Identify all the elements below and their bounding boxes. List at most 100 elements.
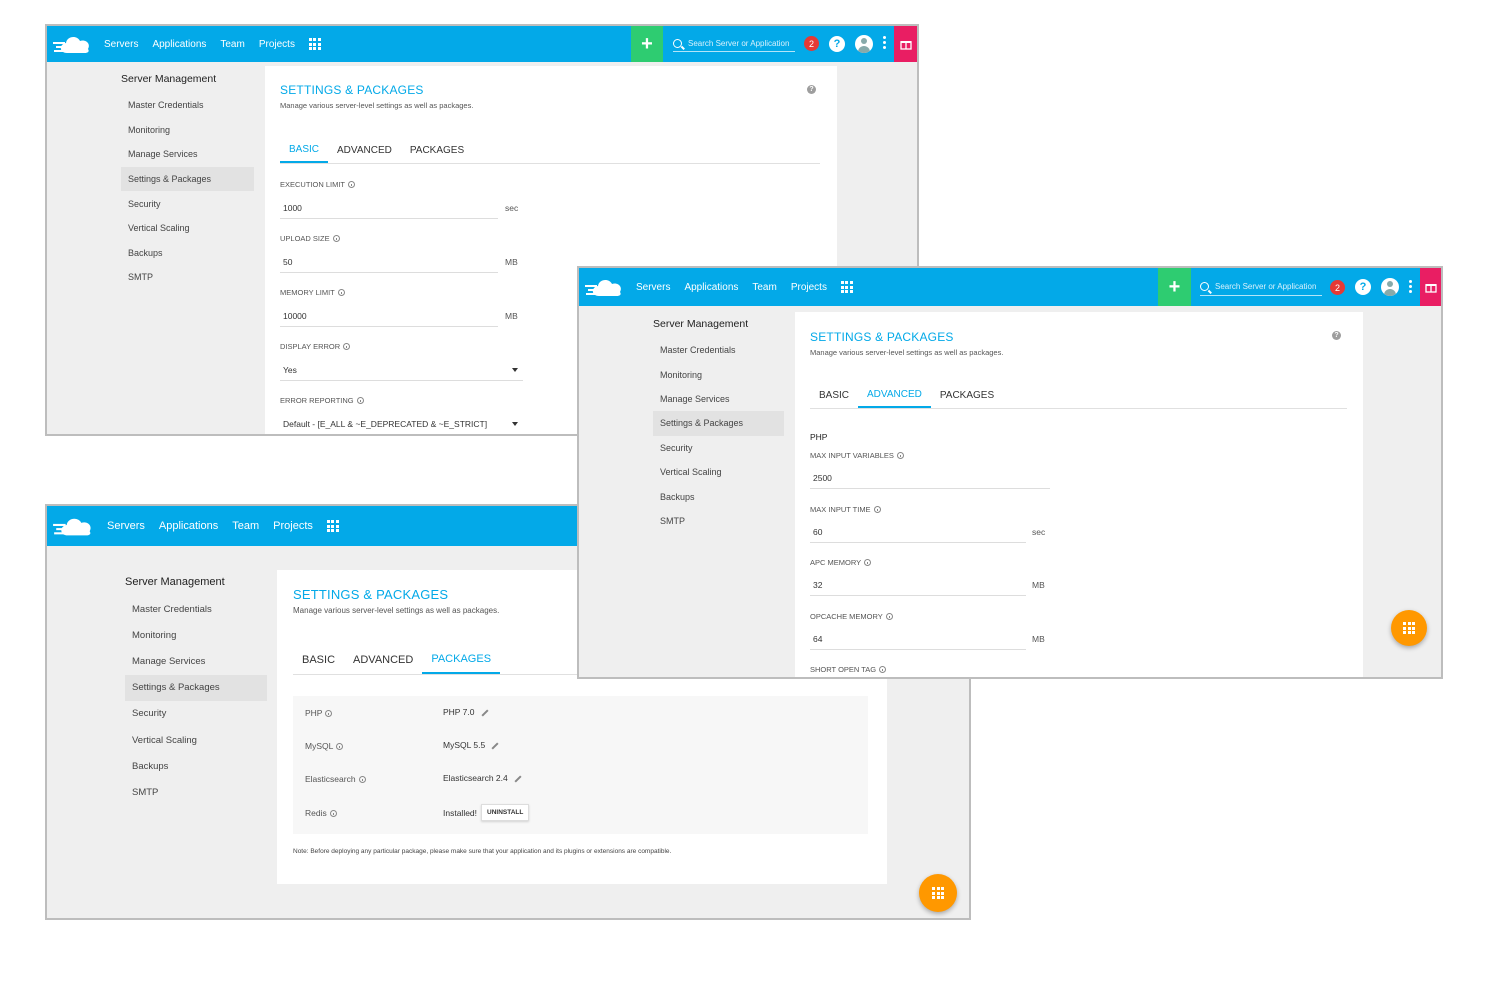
help-icon[interactable]: ? [829, 36, 845, 52]
info-icon[interactable] [336, 742, 344, 750]
tab-basic[interactable]: BASIC [280, 138, 329, 163]
nav-applications[interactable]: Applications [159, 520, 218, 532]
sidebar-item-monitoring[interactable]: Monitoring [125, 622, 267, 648]
info-icon[interactable] [896, 452, 904, 459]
nav-servers[interactable]: Servers [104, 39, 138, 50]
nav-projects[interactable]: Projects [273, 520, 313, 532]
sidebar-item-security[interactable]: Security [125, 701, 267, 727]
sidebar-item-monitoring[interactable]: Monitoring [121, 118, 254, 143]
sidebar-item-vertical-scaling[interactable]: Vertical Scaling [125, 727, 267, 753]
info-icon[interactable] [348, 181, 356, 188]
sidebar-item-vertical-scaling[interactable]: Vertical Scaling [653, 460, 784, 484]
info-icon[interactable] [337, 289, 345, 296]
tab-basic[interactable]: BASIC [293, 646, 344, 674]
error-reporting-select[interactable]: Default - [E_ALL & ~E_DEPRECATED & ~E_ST… [280, 413, 523, 434]
help-icon[interactable]: ? [807, 85, 816, 94]
sidebar-item-master-credentials[interactable]: Master Credentials [653, 338, 784, 362]
info-icon[interactable] [879, 666, 887, 673]
avatar[interactable] [855, 35, 873, 53]
execution-limit-input[interactable]: 1000 [280, 197, 498, 219]
notification-badge[interactable]: 2 [804, 36, 819, 51]
chevron-down-icon[interactable] [512, 368, 518, 372]
nav-team[interactable]: Team [220, 39, 244, 50]
sidebar-item-settings-packages[interactable]: Settings & Packages [653, 411, 784, 436]
sidebar-item-settings-packages[interactable]: Settings & Packages [121, 166, 254, 192]
tab-advanced[interactable]: ADVANCED [344, 646, 422, 674]
upload-size-input[interactable]: 50 [280, 251, 498, 273]
info-icon[interactable] [864, 559, 872, 566]
info-icon[interactable] [332, 235, 340, 242]
apps-grid-icon[interactable] [308, 38, 321, 50]
apps-grid-icon[interactable] [326, 520, 339, 532]
nav-servers[interactable]: Servers [636, 282, 670, 293]
sidebar-item-settings-packages[interactable]: Settings & Packages [125, 674, 267, 701]
info-icon[interactable] [358, 775, 366, 783]
cloudways-logo[interactable] [585, 276, 625, 298]
edit-pencil-icon[interactable] [514, 775, 522, 783]
tab-packages[interactable]: PACKAGES [422, 646, 501, 674]
apc-memory-input[interactable]: 32 [810, 574, 1026, 596]
max-input-time-field: MAX INPUT TIME [810, 505, 881, 514]
help-icon[interactable]: ? [1355, 279, 1371, 295]
sidebar-item-smtp[interactable]: SMTP [125, 779, 267, 805]
edit-pencil-icon[interactable] [491, 742, 499, 750]
more-menu-icon[interactable] [883, 36, 886, 49]
cloudways-logo[interactable] [53, 33, 93, 55]
nav-applications[interactable]: Applications [684, 282, 738, 293]
nav-projects[interactable]: Projects [259, 39, 295, 50]
sidebar-item-manage-services[interactable]: Manage Services [125, 648, 267, 674]
opcache-memory-label: OPCACHE MEMORY [810, 612, 883, 621]
nav-servers[interactable]: Servers [107, 520, 145, 532]
apps-fab-button[interactable] [919, 874, 957, 912]
add-button[interactable]: + [631, 26, 663, 62]
sidebar-item-monitoring[interactable]: Monitoring [653, 362, 784, 386]
sidebar-item-manage-services[interactable]: Manage Services [653, 387, 784, 411]
tab-advanced[interactable]: ADVANCED [858, 383, 931, 408]
info-icon[interactable] [343, 343, 351, 350]
search-input[interactable]: Search Server or Application [1200, 278, 1322, 296]
gift-icon[interactable] [1420, 268, 1441, 306]
nav-team[interactable]: Team [232, 520, 259, 532]
gift-icon[interactable] [894, 26, 917, 62]
nav-applications[interactable]: Applications [152, 39, 206, 50]
tab-packages[interactable]: PACKAGES [931, 383, 1003, 408]
uninstall-button[interactable]: UNINSTALL [481, 804, 530, 821]
tab-basic[interactable]: BASIC [810, 383, 858, 408]
sidebar-item-backups[interactable]: Backups [121, 241, 254, 266]
info-icon[interactable] [356, 397, 364, 404]
more-menu-icon[interactable] [1409, 280, 1412, 293]
nav-team[interactable]: Team [752, 282, 776, 293]
max-input-variables-input[interactable]: 2500 [810, 467, 1050, 489]
search-input[interactable]: Search Server or Application [673, 35, 795, 52]
avatar[interactable] [1381, 278, 1399, 296]
add-button[interactable]: + [1158, 268, 1191, 306]
info-icon[interactable] [325, 709, 333, 717]
sidebar-item-master-credentials[interactable]: Master Credentials [121, 93, 254, 118]
chevron-down-icon[interactable] [512, 422, 518, 426]
info-icon[interactable] [885, 613, 893, 620]
sidebar-item-backups[interactable]: Backups [653, 484, 784, 508]
cloudways-logo[interactable] [53, 515, 95, 538]
sidebar-item-smtp[interactable]: SMTP [653, 509, 784, 533]
sidebar-item-smtp[interactable]: SMTP [121, 265, 254, 290]
apps-fab-button[interactable] [1391, 610, 1427, 646]
notification-badge[interactable]: 2 [1330, 280, 1345, 295]
sidebar-item-backups[interactable]: Backups [125, 753, 267, 779]
help-icon[interactable]: ? [1332, 331, 1341, 340]
info-icon[interactable] [329, 809, 337, 817]
opcache-memory-input[interactable]: 64 [810, 628, 1026, 650]
tab-advanced[interactable]: ADVANCED [328, 138, 401, 163]
edit-pencil-icon[interactable] [480, 709, 489, 717]
memory-limit-input[interactable]: 10000 [280, 305, 498, 327]
nav-projects[interactable]: Projects [791, 282, 827, 293]
tab-packages[interactable]: PACKAGES [401, 138, 473, 163]
sidebar-item-security[interactable]: Security [653, 436, 784, 460]
sidebar-item-master-credentials[interactable]: Master Credentials [125, 596, 267, 622]
sidebar-item-manage-services[interactable]: Manage Services [121, 142, 254, 167]
apps-grid-icon[interactable] [840, 281, 853, 293]
max-input-time-input[interactable]: 60 [810, 521, 1026, 543]
sidebar-item-security[interactable]: Security [121, 191, 254, 216]
display-error-select[interactable]: Yes [280, 359, 523, 381]
info-icon[interactable] [873, 506, 881, 513]
sidebar-item-vertical-scaling[interactable]: Vertical Scaling [121, 216, 254, 241]
